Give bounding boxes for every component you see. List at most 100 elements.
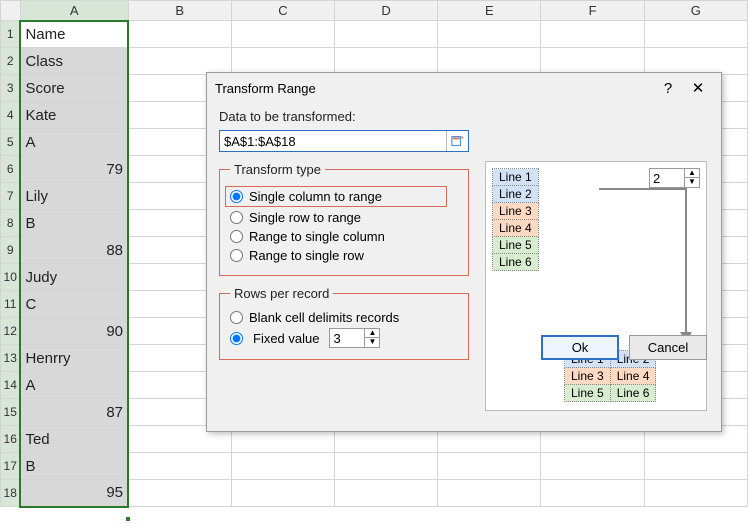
close-button[interactable]: ✕ <box>683 76 713 100</box>
col-header-E[interactable]: E <box>438 1 541 21</box>
spinner-down-icon[interactable]: ▼ <box>365 338 379 347</box>
cell[interactable] <box>541 48 644 75</box>
cell[interactable] <box>438 453 541 480</box>
row-header[interactable]: 8 <box>1 210 21 237</box>
ok-button[interactable]: Ok <box>541 335 619 360</box>
cell[interactable]: Lily <box>20 183 128 210</box>
col-header-G[interactable]: G <box>644 1 747 21</box>
cell[interactable] <box>438 480 541 507</box>
preview-cols-spinner[interactable]: ▲ ▼ <box>649 168 700 188</box>
row-header[interactable]: 6 <box>1 156 21 183</box>
col-header-C[interactable]: C <box>231 1 334 21</box>
opt-blank-cell-delimits[interactable]: Blank cell delimits records <box>230 310 458 325</box>
cell[interactable] <box>231 453 334 480</box>
opt-single-column-to-range[interactable]: Single column to range <box>226 187 446 206</box>
fill-handle[interactable] <box>125 516 131 522</box>
preview-cols-input[interactable] <box>650 171 684 186</box>
dialog-title: Transform Range <box>215 81 653 96</box>
cell[interactable]: Score <box>20 75 128 102</box>
cell[interactable]: Judy <box>20 264 128 291</box>
cell[interactable] <box>231 48 334 75</box>
preview-cell: Line 2 <box>493 186 539 203</box>
cell[interactable] <box>644 453 747 480</box>
row-header[interactable]: 13 <box>1 345 21 372</box>
cell[interactable] <box>644 48 747 75</box>
row-header[interactable]: 1 <box>1 21 21 48</box>
cell[interactable]: Name <box>20 21 128 48</box>
cell[interactable] <box>231 21 334 48</box>
row-header[interactable]: 5 <box>1 129 21 156</box>
cell[interactable] <box>541 480 644 507</box>
cell[interactable]: Henrry <box>20 345 128 372</box>
row-header[interactable]: 4 <box>1 102 21 129</box>
radio-range-to-single-column[interactable] <box>230 230 243 243</box>
fixed-value-input[interactable] <box>330 331 364 346</box>
range-picker-icon[interactable] <box>446 131 468 151</box>
select-all-corner[interactable] <box>1 1 21 21</box>
row-header[interactable]: 2 <box>1 48 21 75</box>
cell[interactable]: B <box>20 453 128 480</box>
col-header-F[interactable]: F <box>541 1 644 21</box>
radio-blank-cell-delimits[interactable] <box>230 311 243 324</box>
col-header-B[interactable]: B <box>128 1 231 21</box>
cell[interactable] <box>644 480 747 507</box>
cell[interactable]: Class <box>20 48 128 75</box>
radio-range-to-single-row[interactable] <box>230 249 243 262</box>
cell[interactable] <box>335 453 438 480</box>
help-button[interactable]: ? <box>653 76 683 100</box>
cell[interactable] <box>335 480 438 507</box>
cell[interactable] <box>541 453 644 480</box>
row-header[interactable]: 3 <box>1 75 21 102</box>
cell[interactable]: 88 <box>20 237 128 264</box>
cell[interactable]: A <box>20 372 128 399</box>
cell[interactable]: 90 <box>20 318 128 345</box>
opt-range-to-single-row[interactable]: Range to single row <box>230 248 458 263</box>
cell[interactable] <box>128 480 231 507</box>
range-input[interactable] <box>220 132 446 151</box>
row-header[interactable]: 7 <box>1 183 21 210</box>
cell[interactable] <box>438 48 541 75</box>
row-header[interactable]: 18 <box>1 480 21 507</box>
opt-single-row-to-range[interactable]: Single row to range <box>230 210 458 225</box>
row-header[interactable]: 10 <box>1 264 21 291</box>
opt-range-to-single-column[interactable]: Range to single column <box>230 229 458 244</box>
row-header[interactable]: 9 <box>1 237 21 264</box>
data-to-transform-label: Data to be transformed: <box>219 109 709 124</box>
row-header[interactable]: 16 <box>1 426 21 453</box>
row-header[interactable]: 12 <box>1 318 21 345</box>
cell[interactable]: A <box>20 129 128 156</box>
fixed-value-spinner[interactable]: ▲ ▼ <box>329 328 380 348</box>
cell[interactable]: Ted <box>20 426 128 453</box>
row-header[interactable]: 14 <box>1 372 21 399</box>
row-header[interactable]: 17 <box>1 453 21 480</box>
cell[interactable] <box>541 21 644 48</box>
cell[interactable]: C <box>20 291 128 318</box>
cell[interactable] <box>128 453 231 480</box>
opt-fixed-value[interactable]: Fixed value ▲ ▼ <box>230 328 458 348</box>
radio-single-row-to-range[interactable] <box>230 211 243 224</box>
col-header-D[interactable]: D <box>335 1 438 21</box>
cell[interactable]: Kate <box>20 102 128 129</box>
cancel-button[interactable]: Cancel <box>629 335 707 360</box>
cell[interactable] <box>335 48 438 75</box>
row-header[interactable]: 15 <box>1 399 21 426</box>
preview-arrow-icon <box>596 186 696 346</box>
row-header[interactable]: 11 <box>1 291 21 318</box>
column-headers: A B C D E F G <box>1 1 748 21</box>
radio-fixed-value[interactable] <box>230 332 243 345</box>
col-header-A[interactable]: A <box>20 1 128 21</box>
cell[interactable] <box>438 21 541 48</box>
radio-single-column-to-range[interactable] <box>230 190 243 203</box>
cell[interactable] <box>128 21 231 48</box>
cell[interactable] <box>231 480 334 507</box>
opt-label: Blank cell delimits records <box>249 310 399 325</box>
cell[interactable]: B <box>20 210 128 237</box>
transform-type-group: Transform type Single column to range Si… <box>219 162 469 276</box>
cell[interactable]: 79 <box>20 156 128 183</box>
dialog-titlebar[interactable]: Transform Range ? ✕ <box>207 73 721 103</box>
cell[interactable]: 87 <box>20 399 128 426</box>
cell[interactable] <box>644 21 747 48</box>
cell[interactable] <box>335 21 438 48</box>
cell[interactable] <box>128 48 231 75</box>
cell[interactable]: 95 <box>20 480 128 507</box>
